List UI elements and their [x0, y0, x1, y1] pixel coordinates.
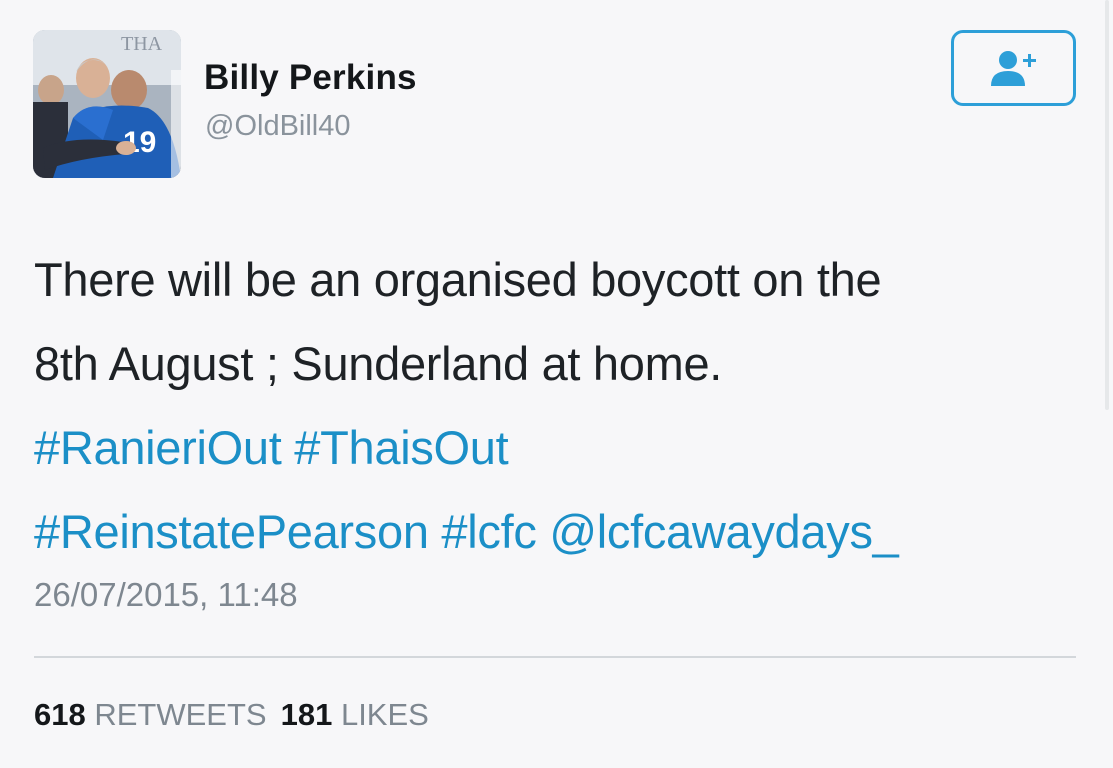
- hashtag-link[interactable]: #ThaisOut: [294, 421, 508, 474]
- hashtag-line: #RanieriOut #ThaisOut: [34, 406, 1084, 490]
- tweet-stats: 618 RETWEETS 181 LIKES: [34, 697, 429, 733]
- tweet-card: THA 19 Billy Perkins @OldBill40 There wi…: [0, 0, 1113, 768]
- hashtag-link[interactable]: #lcfc: [441, 505, 536, 558]
- author-handle[interactable]: @OldBill40: [205, 110, 351, 143]
- likes-count: 181: [280, 697, 333, 732]
- likes-label: LIKES: [340, 697, 429, 732]
- mention-link[interactable]: @lcfcawaydays_: [549, 505, 898, 558]
- tweet-text: There will be an organised boycott on th…: [34, 238, 1084, 574]
- tweet-text-line: There will be an organised boycott on th…: [34, 253, 882, 306]
- follow-button[interactable]: [951, 30, 1076, 106]
- retweets-count: 618: [34, 697, 86, 732]
- hashtag-link[interactable]: #RanieriOut: [34, 421, 282, 474]
- avatar-overlay-text: THA: [121, 33, 163, 55]
- scrollbar[interactable]: [1105, 0, 1109, 410]
- tweet-timestamp: 26/07/2015, 11:48: [34, 576, 298, 613]
- avatar[interactable]: THA 19: [33, 30, 181, 178]
- avatar-photo: THA 19: [33, 30, 181, 178]
- author-name[interactable]: Billy Perkins: [204, 58, 417, 98]
- likes-stat[interactable]: 181 LIKES: [281, 697, 429, 732]
- hashtag-line: #ReinstatePearson #lcfc @lcfcawaydays_: [34, 490, 1084, 574]
- add-user-icon: [990, 51, 1036, 86]
- retweets-label: RETWEETS: [94, 697, 267, 732]
- tweet-text-line: 8th August ; Sunderland at home.: [34, 337, 723, 390]
- retweets-stat[interactable]: 618 RETWEETS: [34, 697, 267, 732]
- divider: [34, 656, 1076, 658]
- hashtag-link[interactable]: #ReinstatePearson: [34, 505, 429, 558]
